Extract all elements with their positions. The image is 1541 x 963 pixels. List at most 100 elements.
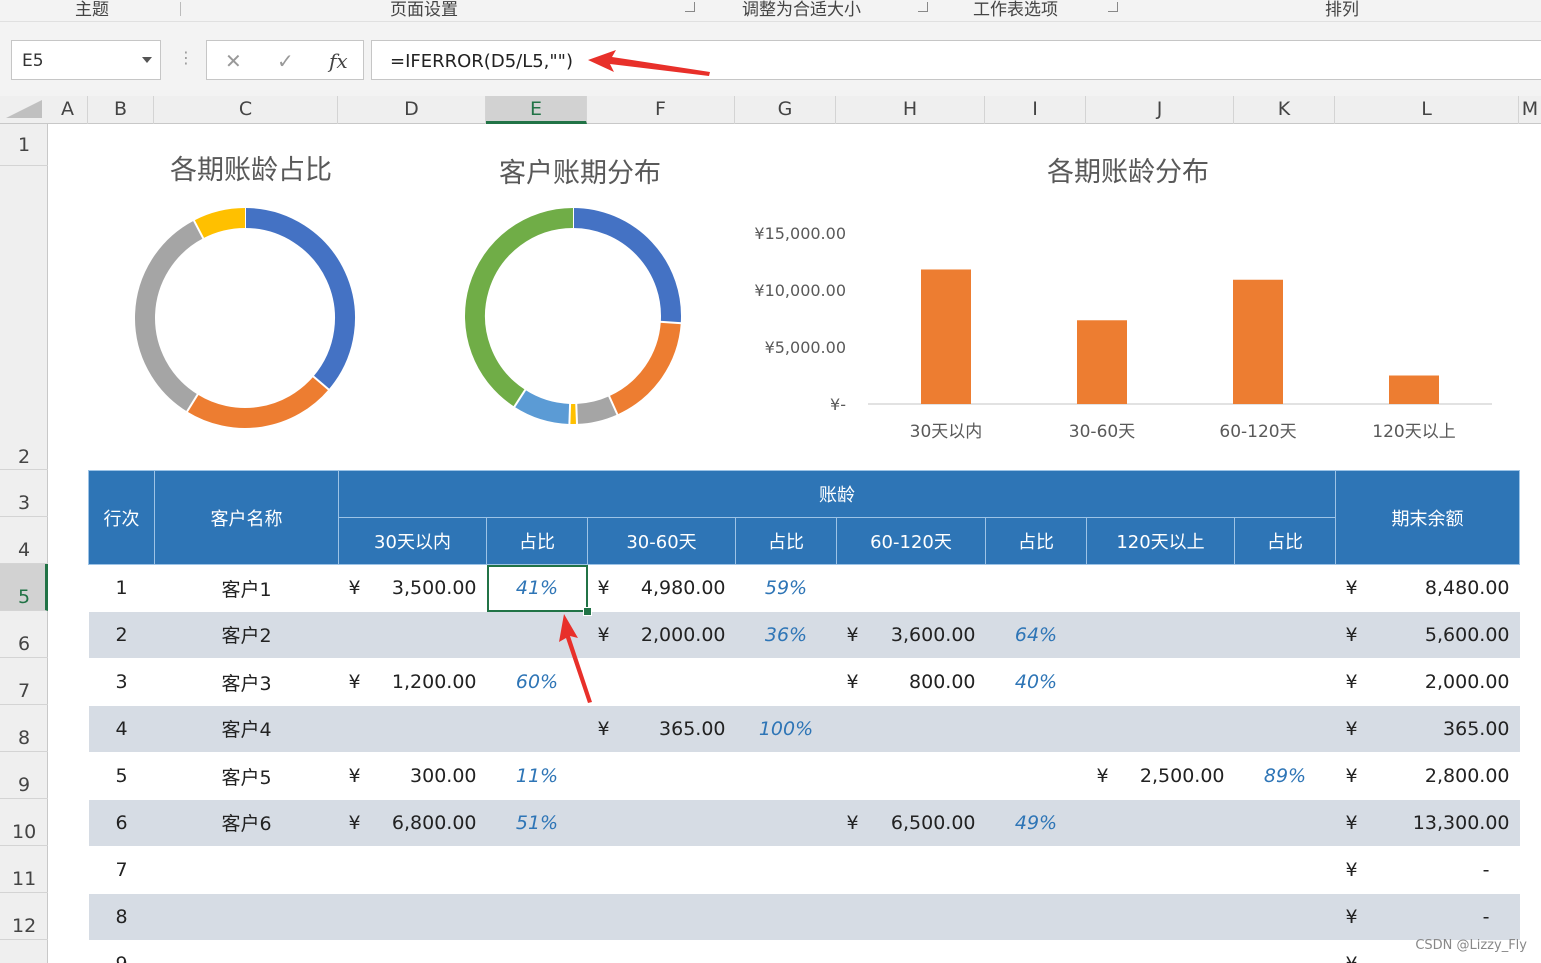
cell-share[interactable]: 100%: [735, 705, 837, 753]
header-share[interactable]: 占比: [486, 517, 588, 565]
cell-amount[interactable]: ¥365.00: [587, 705, 736, 753]
row-header-7[interactable]: 7: [0, 658, 48, 705]
cell-amount[interactable]: ¥2,000.00: [587, 611, 736, 659]
cell-customer-name[interactable]: 客户6: [154, 799, 339, 847]
cell-seq[interactable]: 7: [89, 847, 155, 894]
cell-amount[interactable]: ¥3,500.00: [339, 565, 487, 612]
cell-amount[interactable]: [1086, 611, 1235, 659]
column-header-m[interactable]: M: [1519, 96, 1541, 124]
donut-slice[interactable]: [572, 208, 681, 324]
row-header-3[interactable]: 3: [0, 470, 48, 517]
cell-ending-balance[interactable]: ¥8,480.00: [1336, 565, 1520, 612]
cell-amount[interactable]: [588, 659, 736, 706]
row-header-12[interactable]: 12: [0, 893, 48, 940]
ribbon-group-page-setup[interactable]: 页面设置: [390, 0, 458, 20]
cell-amount[interactable]: ¥4,980.00: [588, 565, 736, 612]
cell-customer-name[interactable]: [155, 847, 339, 894]
cell-share[interactable]: [985, 893, 1087, 941]
row-header-2[interactable]: 2: [0, 166, 48, 470]
row-header-1[interactable]: 1: [0, 124, 48, 166]
header-share[interactable]: 占比: [1234, 517, 1336, 565]
header-60-120-days[interactable]: 60-120天: [836, 517, 986, 565]
aging-share-donut-chart[interactable]: [130, 200, 360, 436]
donut-slice[interactable]: [244, 208, 355, 390]
cell-share[interactable]: 59%: [736, 565, 837, 612]
cell-amount[interactable]: [836, 893, 986, 941]
cell-amount[interactable]: [836, 705, 986, 753]
cell-share[interactable]: [1234, 893, 1336, 941]
row-header-9[interactable]: 9: [0, 752, 48, 799]
header-share[interactable]: 占比: [735, 517, 837, 565]
cell-seq[interactable]: 8: [88, 893, 155, 941]
cell-amount[interactable]: [1086, 799, 1235, 847]
cell-share[interactable]: [736, 941, 837, 963]
cell-seq[interactable]: 6: [88, 799, 155, 847]
row-header-6[interactable]: 6: [0, 611, 48, 658]
column-header-l[interactable]: L: [1335, 96, 1519, 124]
cell-amount[interactable]: [837, 565, 986, 612]
cancel-icon[interactable]: ✕: [225, 49, 242, 73]
cell-share[interactable]: 51%: [486, 799, 588, 847]
cell-share[interactable]: 36%: [735, 611, 837, 659]
header-within-30-days[interactable]: 30天以内: [338, 517, 487, 565]
cell-ending-balance[interactable]: ¥365.00: [1335, 705, 1520, 753]
header-seq[interactable]: 行次: [88, 470, 155, 565]
cell-customer-name[interactable]: 客户4: [154, 705, 339, 753]
cell-amount[interactable]: [587, 893, 736, 941]
cell-ending-balance[interactable]: ¥ -: [1336, 847, 1520, 894]
donut-slice[interactable]: [135, 220, 204, 412]
sheet-options-launcher-icon[interactable]: [1108, 2, 1118, 12]
header-share[interactable]: 占比: [985, 517, 1087, 565]
cell-amount[interactable]: [588, 847, 736, 894]
cell-share[interactable]: [736, 847, 837, 894]
cell-customer-name[interactable]: 客户2: [154, 611, 339, 659]
cell-seq[interactable]: 3: [89, 659, 155, 706]
cell-share[interactable]: [1235, 847, 1336, 894]
name-box[interactable]: E5: [11, 40, 161, 80]
bar[interactable]: [1389, 375, 1439, 405]
cell-seq[interactable]: 2: [88, 611, 155, 659]
cell-share[interactable]: [985, 705, 1087, 753]
formula-input[interactable]: =IFERROR(D5/L5,""): [371, 40, 1541, 80]
row-header-4[interactable]: 4: [0, 517, 48, 564]
enter-icon[interactable]: ✓: [277, 49, 294, 73]
cell-amount[interactable]: [837, 847, 986, 894]
header-30-60-days[interactable]: 30-60天: [587, 517, 736, 565]
cell-share[interactable]: [1234, 705, 1336, 753]
cell-share[interactable]: [1235, 659, 1336, 706]
cell-share[interactable]: [486, 893, 588, 941]
cell-share[interactable]: [1235, 941, 1336, 963]
cell-share[interactable]: [735, 799, 837, 847]
cell-customer-name[interactable]: [154, 893, 339, 941]
cell-amount[interactable]: ¥6,800.00: [338, 799, 487, 847]
cell-customer-name[interactable]: 客户5: [155, 753, 339, 800]
donut-slice[interactable]: [465, 208, 574, 407]
cell-customer-name[interactable]: [155, 941, 339, 963]
cell-amount[interactable]: [338, 705, 487, 753]
cell-seq[interactable]: 1: [89, 565, 155, 612]
cell-share[interactable]: [986, 753, 1087, 800]
cell-share[interactable]: [487, 941, 588, 963]
cell-amount[interactable]: [339, 847, 487, 894]
donut-slice[interactable]: [608, 321, 681, 415]
cell-amount[interactable]: [1087, 941, 1235, 963]
cell-share[interactable]: [735, 893, 837, 941]
column-header-e[interactable]: E: [486, 96, 587, 124]
cell-amount[interactable]: ¥2,500.00: [1087, 753, 1235, 800]
header-aging[interactable]: 账龄: [338, 470, 1336, 518]
column-header-c[interactable]: C: [154, 96, 338, 124]
cell-amount[interactable]: [1087, 659, 1235, 706]
cell-share[interactable]: 11%: [487, 753, 588, 800]
column-header-g[interactable]: G: [735, 96, 836, 124]
donut-slice[interactable]: [193, 208, 246, 239]
cell-share[interactable]: [1235, 565, 1336, 612]
row-header-5[interactable]: 5: [0, 564, 48, 611]
cell-amount[interactable]: [587, 799, 736, 847]
ribbon-group-scale-to-fit[interactable]: 调整为合适大小: [742, 0, 861, 20]
cell-share[interactable]: [487, 847, 588, 894]
cell-amount[interactable]: [338, 893, 487, 941]
aging-distribution-bar-chart[interactable]: ¥- ¥5,000.00 ¥10,000.00 ¥15,000.00 30天以内 30-6…: [740, 215, 1510, 450]
cell-seq[interactable]: 9: [89, 941, 155, 963]
page-setup-launcher-icon[interactable]: [685, 2, 695, 12]
select-all-corner[interactable]: [6, 100, 42, 118]
